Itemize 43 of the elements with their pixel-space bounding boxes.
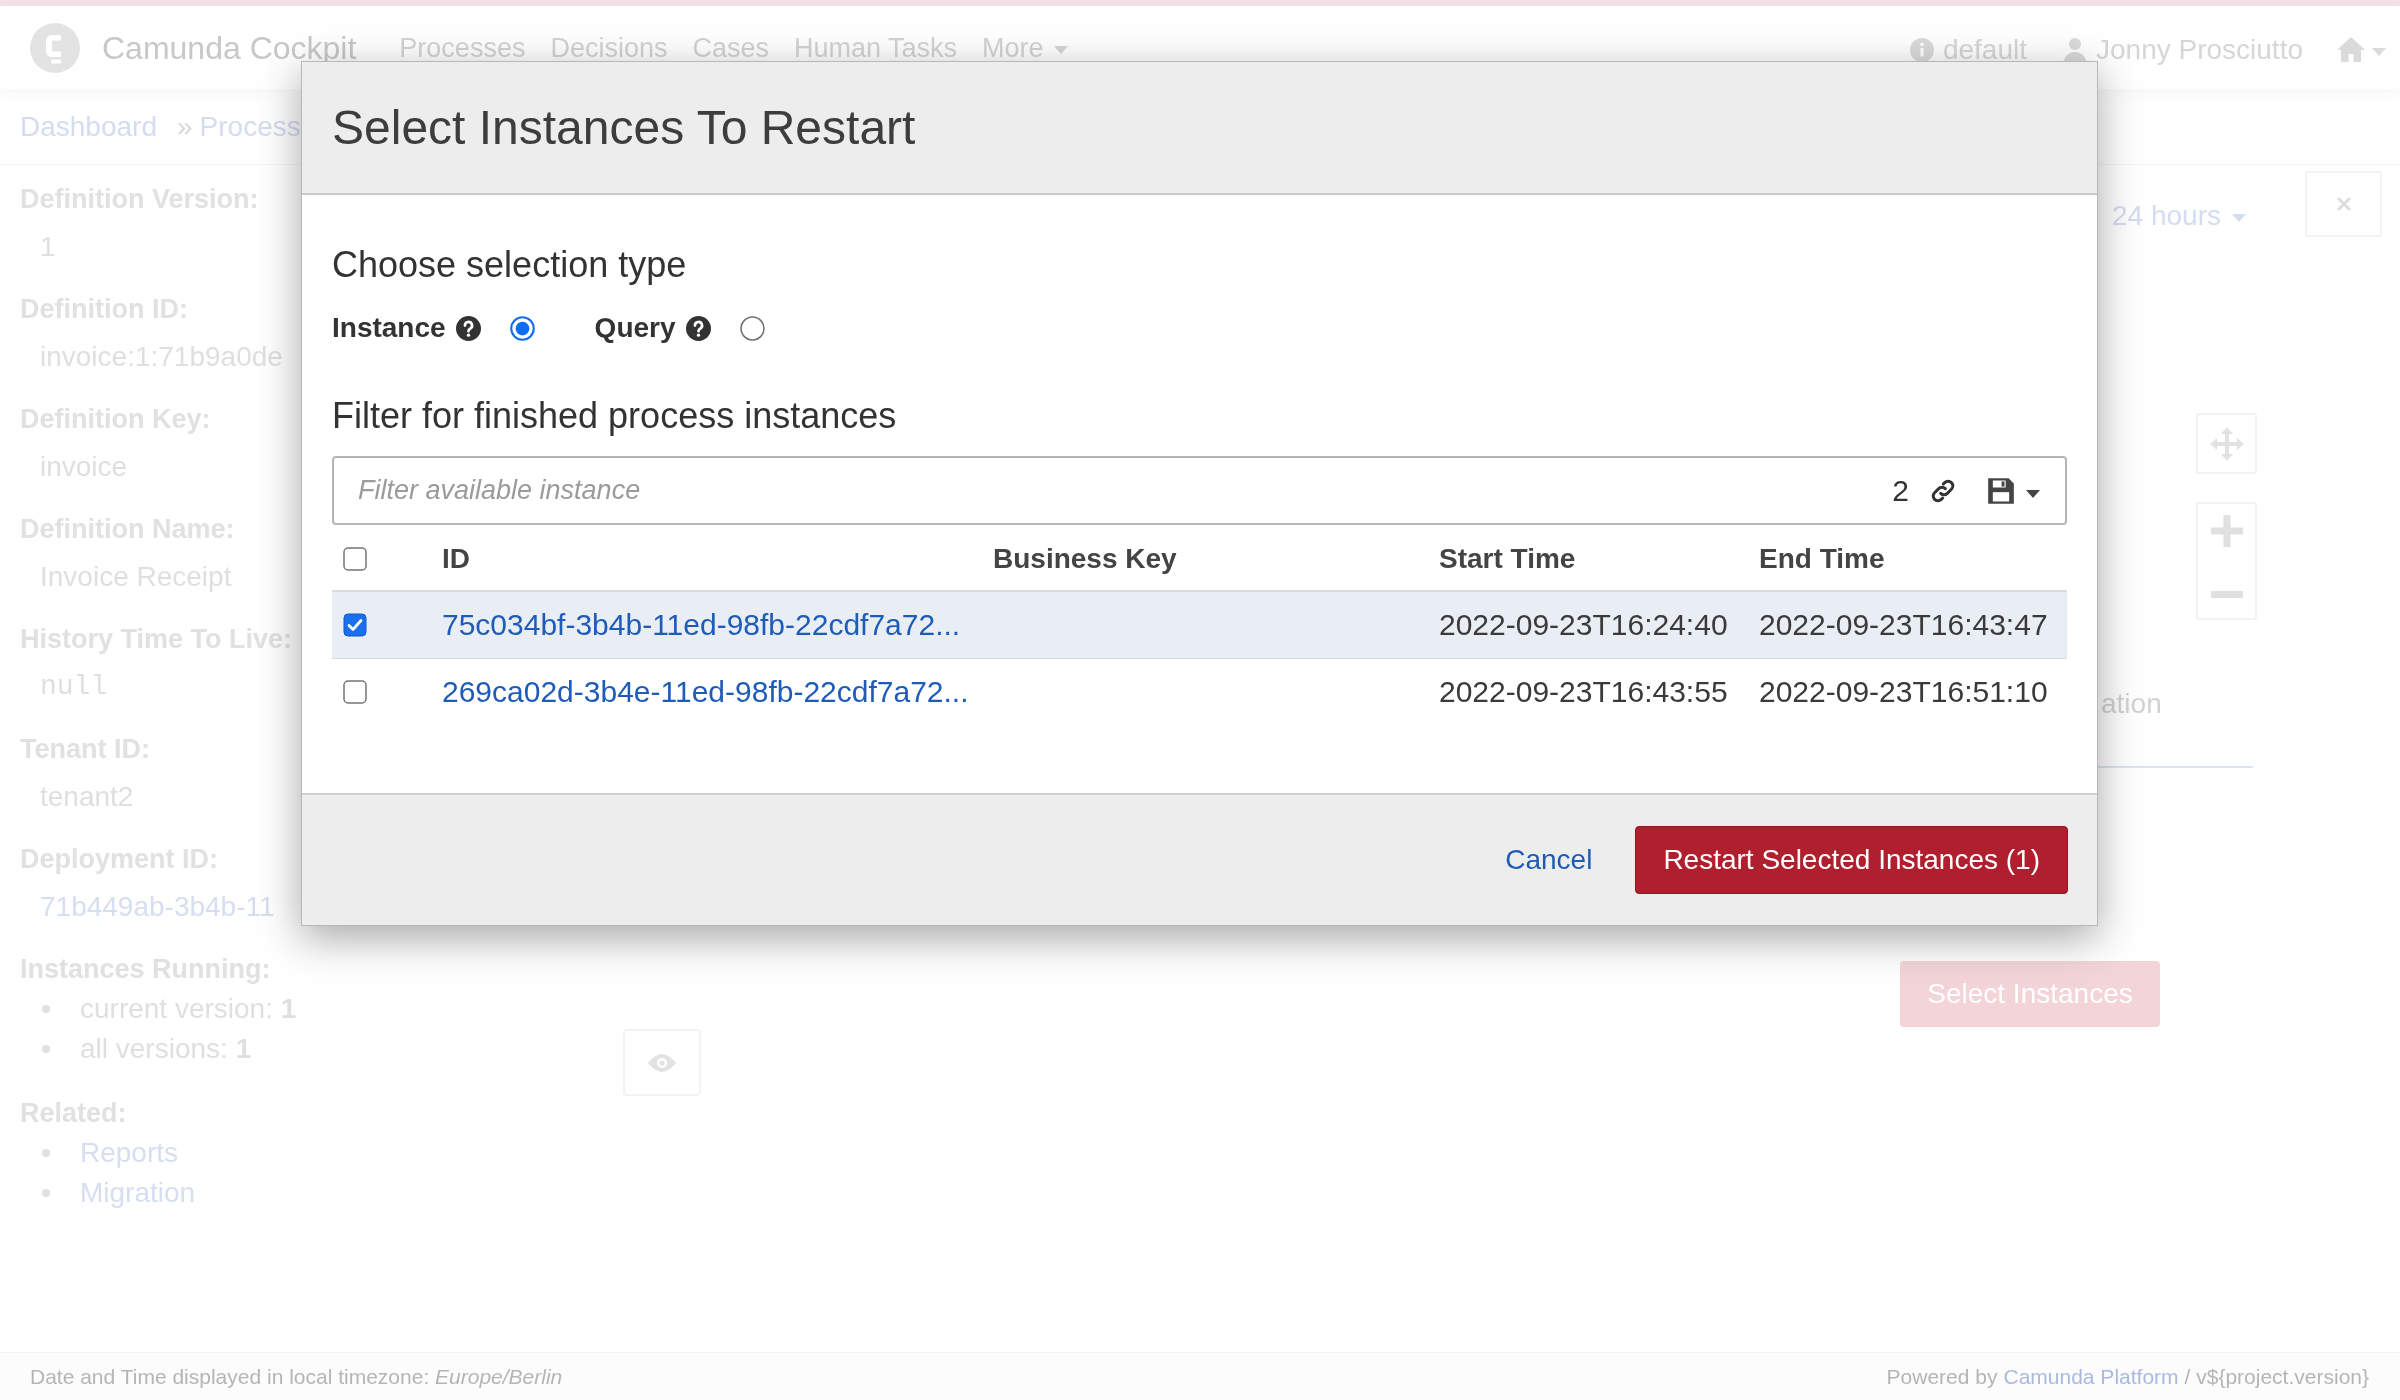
modal-title: Select Instances To Restart <box>332 99 916 156</box>
radio-label: Instance <box>332 311 446 345</box>
bullet-icon <box>42 1189 50 1197</box>
close-icon <box>2336 197 2351 211</box>
result-count: 2 <box>1892 472 1909 509</box>
bullet-icon <box>42 1005 50 1013</box>
eye-icon <box>647 1052 677 1073</box>
row-checkbox[interactable] <box>343 679 367 704</box>
select-all-checkbox[interactable] <box>343 546 367 571</box>
caret-icon <box>1053 45 1068 54</box>
instance-id-link[interactable]: 75c034bf-3b4b-11ed-98fb-22cdf7a72... <box>442 606 961 644</box>
filter-input[interactable]: Filter available instance <box>358 470 658 511</box>
breadcrumb-separator: » <box>177 109 193 144</box>
column-header: Business Key <box>993 541 1177 576</box>
radio-button[interactable] <box>739 315 765 341</box>
bullet-icon <box>42 1045 50 1053</box>
timezone-note: Date and Time displayed in local timezone: Europe/Berlin <box>30 1363 563 1390</box>
section-heading: Filter for finished process instances <box>332 394 897 438</box>
table-cell-text: 2022-09-23T16:24:40 <box>1439 607 1728 643</box>
logo-icon <box>30 22 80 73</box>
column-header: Start Time <box>1439 541 1576 576</box>
instance-id-link[interactable]: 269ca02d-3b4e-11ed-98fb-22cdf7a72... <box>442 672 969 711</box>
caret-icon <box>2232 214 2246 222</box>
help-icon[interactable] <box>685 315 711 341</box>
column-header: End Time <box>1759 541 1885 576</box>
move-icon <box>2208 425 2245 462</box>
table-cell-text: 2022-09-23T16:51:10 <box>1759 673 2048 710</box>
table-cell-text: 2022-09-23T16:43:55 <box>1439 673 1728 710</box>
table-cell-text: 2022-09-23T16:43:47 <box>1759 607 2048 643</box>
radio-label: Query <box>594 311 676 345</box>
user-icon <box>2063 36 2087 63</box>
version-text: / v${project.version} <box>2184 1363 2369 1390</box>
help-icon[interactable] <box>455 315 481 341</box>
caret-icon[interactable] <box>2026 489 2040 498</box>
column-header: ID <box>442 541 470 576</box>
platform-link[interactable]: Camunda Platform <box>2003 1360 2179 1393</box>
section-heading: Choose selection type <box>332 243 687 287</box>
radio-button[interactable] <box>509 315 535 341</box>
bullet-icon <box>42 1149 50 1157</box>
row-checkbox[interactable] <box>343 613 367 637</box>
footer-text: Powered by <box>1886 1363 1998 1390</box>
restart-button[interactable]: Restart Selected Instances (1) <box>1635 826 2068 894</box>
cancel-button[interactable]: Cancel <box>1505 842 1593 878</box>
